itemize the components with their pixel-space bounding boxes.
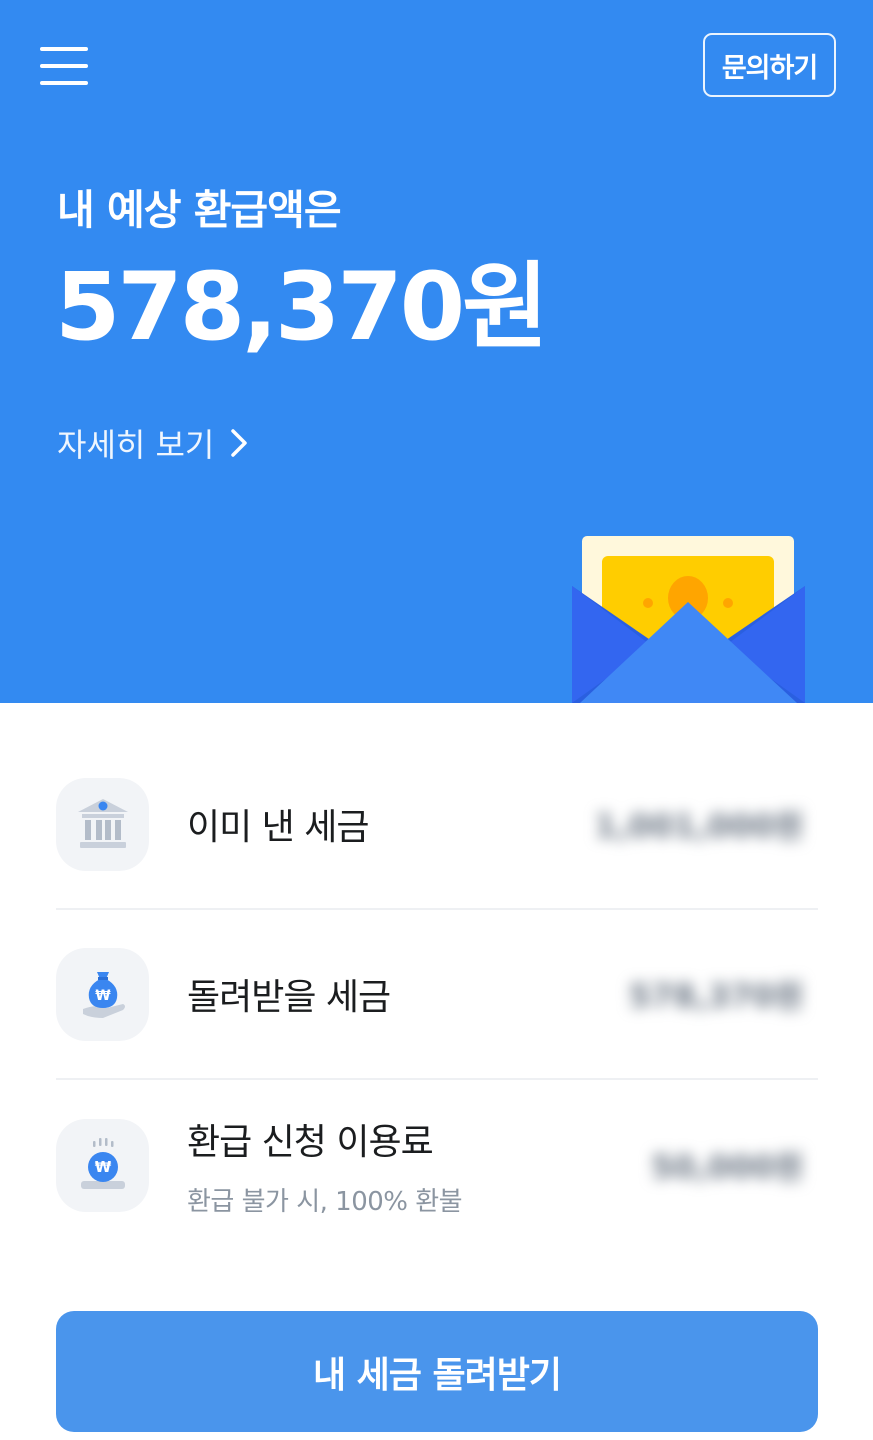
refund-subtitle: 내 예상 환급액은 bbox=[57, 186, 342, 234]
item-label: 환급 신청 이용료 bbox=[187, 1121, 434, 1163]
item-value-blurred: 578,370원 bbox=[628, 977, 804, 1015]
view-details-label: 자세히 보기 bbox=[57, 426, 215, 464]
inquiry-button[interactable]: 문의하기 bbox=[703, 33, 836, 97]
tax-summary-list: 이미 낸 세금 1,001,000원 ₩ 돌려받을 세금 578,370원 ₩ … bbox=[56, 740, 818, 1250]
won-coin-icon: ₩ bbox=[56, 1118, 149, 1212]
menu-line bbox=[40, 81, 88, 85]
chevron-right-icon bbox=[231, 429, 248, 457]
refund-hero: 문의하기 내 예상 환급액은 578,370원 자세히 보기 bbox=[0, 0, 873, 703]
list-item: ₩ 환급 신청 이용료 환급 불가 시, 100% 환불 50,000원 bbox=[56, 1080, 818, 1250]
money-envelope-illustration bbox=[572, 536, 805, 703]
svg-text:₩: ₩ bbox=[94, 1158, 111, 1176]
hamburger-menu-icon[interactable] bbox=[40, 47, 90, 85]
list-item: ₩ 돌려받을 세금 578,370원 bbox=[56, 910, 818, 1080]
item-value-blurred: 50,000원 bbox=[651, 1148, 804, 1186]
get-refund-button[interactable]: 내 세금 돌려받기 bbox=[56, 1311, 818, 1432]
item-label: 돌려받을 세금 bbox=[187, 977, 391, 1018]
refund-guarantee-note: 환급 불가 시, 100% 환불 bbox=[187, 1186, 463, 1217]
bank-building-icon bbox=[56, 777, 149, 871]
svg-text:₩: ₩ bbox=[95, 988, 111, 1004]
money-bag-hand-icon: ₩ bbox=[56, 947, 149, 1041]
refund-amount: 578,370원 bbox=[55, 253, 549, 362]
item-label: 이미 낸 세금 bbox=[187, 807, 369, 848]
view-details-link[interactable]: 자세히 보기 bbox=[57, 420, 248, 466]
list-item: 이미 낸 세금 1,001,000원 bbox=[56, 740, 818, 910]
item-value-blurred: 1,001,000원 bbox=[594, 807, 804, 845]
menu-line bbox=[40, 47, 88, 51]
menu-line bbox=[40, 64, 88, 68]
